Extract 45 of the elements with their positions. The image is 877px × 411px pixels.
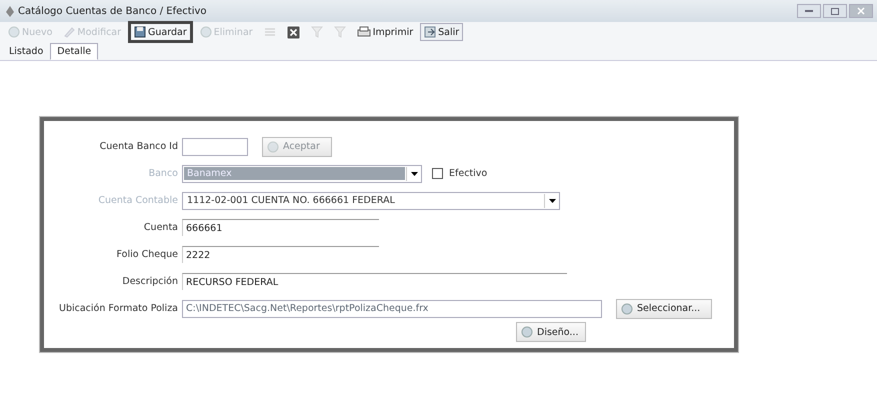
minimize-icon [805, 10, 813, 12]
select-button[interactable]: Seleccionar... [616, 298, 712, 318]
list-icon [264, 26, 276, 38]
checkbox-box[interactable] [432, 168, 443, 179]
dropdown-arrow-icon [410, 172, 418, 176]
window-title: Catálogo Cuentas de Banco / Efectivo [18, 6, 207, 16]
field-label: Folio Cheque [116, 249, 178, 260]
circle-icon [200, 26, 212, 38]
input-field[interactable]: 2222 [182, 246, 379, 263]
field-label: Cuenta [144, 222, 178, 233]
field-label: Ubicación Formato Poliza [59, 303, 178, 314]
filter-icon [310, 26, 323, 38]
path-field[interactable]: C:\INDETEC\Sacg.Net\Reportes\rptPolizaCheque.frx [182, 300, 602, 318]
filter-icon [334, 26, 346, 38]
toolbar-button[interactable]: Guardar [128, 21, 193, 43]
field-label: Cuenta Banco Id [100, 141, 178, 152]
checkbox[interactable]: Efectivo [432, 168, 488, 179]
printer-icon [356, 26, 371, 38]
tab[interactable]: Detalle [50, 43, 98, 60]
field-label: Cuenta Contable [98, 195, 178, 206]
input-field[interactable]: 666661 [182, 219, 379, 236]
pencil-icon [63, 26, 76, 38]
app-icon [6, 6, 14, 16]
dropdown[interactable]: 1112-02-001 CUENTA NO. 666661 FEDERAL [182, 192, 560, 210]
tab[interactable]: Listado [2, 43, 50, 60]
exit-icon [424, 26, 436, 38]
field-label: Banco [148, 168, 178, 179]
close-button[interactable] [849, 4, 873, 18]
toolbar-button[interactable]: Imprimir [352, 23, 418, 41]
toolbar-button[interactable]: Salir [420, 23, 464, 41]
field-label: Descripción [122, 276, 178, 287]
circle-icon [521, 326, 533, 338]
close-icon [286, 26, 300, 38]
circle-icon [621, 302, 633, 314]
checkbox-label: Efectivo [449, 168, 488, 179]
input-field[interactable] [182, 138, 248, 156]
minimize-button[interactable] [797, 4, 821, 18]
dropdown-arrow-icon [548, 198, 556, 202]
maximize-button[interactable] [823, 4, 847, 18]
design-button[interactable]: Diseño... [516, 322, 586, 342]
maximize-icon [831, 8, 839, 14]
circle-icon [8, 26, 20, 38]
circle-icon [267, 140, 279, 152]
input-field[interactable]: RECURSO FEDERAL [182, 273, 567, 290]
close-icon [857, 7, 865, 15]
